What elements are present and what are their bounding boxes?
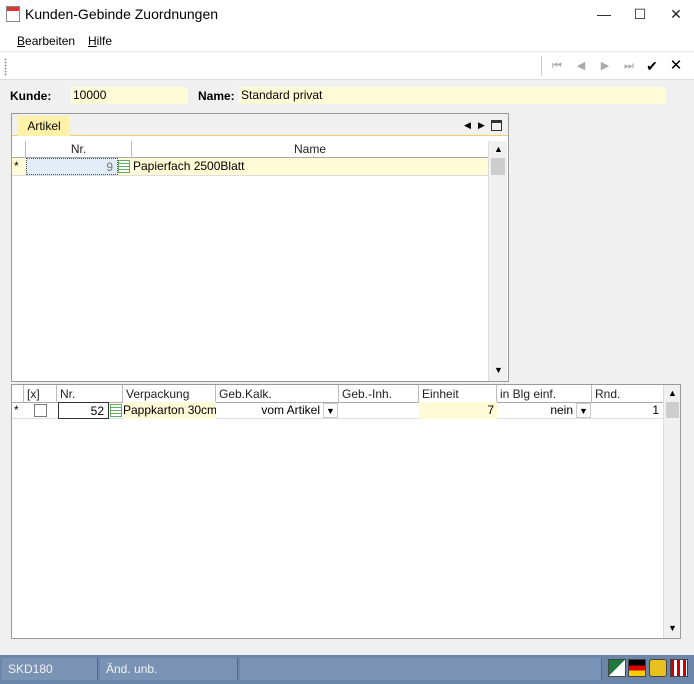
geb-kalk-cell[interactable]: vom Artikel [216,402,322,419]
scroll-thumb[interactable] [666,402,679,418]
artikel-nr-cell[interactable]: 9 [26,158,118,175]
last-record-button[interactable]: ⏭ [618,56,640,76]
verpackung-cell[interactable]: Pappkarton 30cm x [123,402,216,419]
column-check[interactable]: [x] [24,385,57,403]
scroll-thumb[interactable] [491,158,505,175]
geb-inh-cell[interactable] [339,402,419,419]
german-flag-icon[interactable] [628,659,646,677]
in-blg-dropdown-icon[interactable]: ▼ [576,403,591,418]
close-button[interactable]: ✕ [658,0,694,28]
name-label: Name: [198,89,235,103]
row-marker-header [12,385,24,403]
scroll-up-icon[interactable]: ▲ [494,144,503,154]
tab-next-icon[interactable]: ▶ [478,120,485,131]
gebinde-grid-header: [x] Nr. Verpackung Geb.Kalk. Geb.-Inh. E… [12,385,663,403]
column-nr[interactable]: Nr. [57,385,123,403]
column-verpackung[interactable]: Verpackung [123,385,216,403]
column-name[interactable]: Name [132,141,488,158]
tab-window-icon[interactable] [491,120,502,131]
kunde-field[interactable]: 10000 [71,87,188,104]
column-einheit[interactable]: Einheit [419,385,497,403]
report-icon[interactable] [670,659,688,677]
in-blg-cell[interactable]: nein [497,402,575,419]
gebinde-scrollbar[interactable]: ▲ ▼ [663,385,680,638]
toolbar-separator [541,56,542,76]
gebinde-grid [11,384,681,639]
scroll-down-icon[interactable]: ▼ [668,623,677,633]
tab-prev-icon[interactable]: ◀ [464,120,471,131]
lookup-icon[interactable] [118,160,130,173]
column-rnd[interactable]: Rnd. [592,385,663,403]
lookup-icon[interactable] [110,404,122,417]
prev-record-button[interactable]: ◀ [570,56,592,76]
scroll-up-icon[interactable]: ▲ [668,388,677,398]
column-in-blg[interactable]: in Blg einf. [497,385,592,403]
status-code: SKD180 [2,658,98,680]
artikel-scrollbar[interactable]: ▲ ▼ [488,141,507,381]
maximize-button[interactable]: ☐ [622,0,658,28]
status-state: Änd. unb. [100,658,238,680]
column-nr[interactable]: Nr. [26,141,132,158]
confirm-button[interactable]: ✔ [641,56,663,76]
status-message [240,658,602,680]
column-geb-inh[interactable]: Geb.-Inh. [339,385,419,403]
artikel-name-cell[interactable]: Papierfach 2500Blatt [133,158,483,175]
lock-icon[interactable] [649,659,667,677]
tab-artikel[interactable]: Artikel [18,116,70,136]
first-record-button[interactable]: ⏮ [546,56,568,76]
window-title: Kunden-Gebinde Zuordnungen [25,6,219,22]
rnd-cell[interactable]: 1 [592,402,663,419]
menu-bearbeiten[interactable]: Bearbeiten [17,34,75,48]
artikel-tabstrip [12,114,508,136]
excel-export-icon[interactable] [608,659,626,677]
column-geb-kalk[interactable]: Geb.Kalk. [216,385,339,403]
row-marker: * [14,403,19,417]
row-checkbox[interactable] [34,404,47,417]
name-field[interactable]: Standard privat [239,87,666,104]
scroll-down-icon[interactable]: ▼ [494,365,503,375]
cancel-button[interactable]: ✕ [665,56,687,76]
geb-kalk-dropdown-icon[interactable]: ▼ [323,403,338,418]
menu-hilfe[interactable]: Hilfe [88,34,112,48]
minimize-button[interactable]: — [586,0,622,28]
kunde-label: Kunde: [10,89,52,103]
artikel-grid-header: Nr. Name [12,141,488,158]
row-marker: * [14,159,19,173]
app-icon [6,6,20,22]
gebinde-nr-cell[interactable]: 52 [58,402,109,419]
next-record-button[interactable]: ▶ [594,56,616,76]
row-marker-header [12,141,26,158]
table-row[interactable]: * 9 Papierfach 2500Blatt [12,158,488,176]
toolbar-grip[interactable] [4,58,7,76]
table-row[interactable]: * 52 Pappkarton 30cm x vom Artikel ▼ 7 n… [12,402,663,419]
einheit-cell[interactable]: 7 [419,402,497,419]
